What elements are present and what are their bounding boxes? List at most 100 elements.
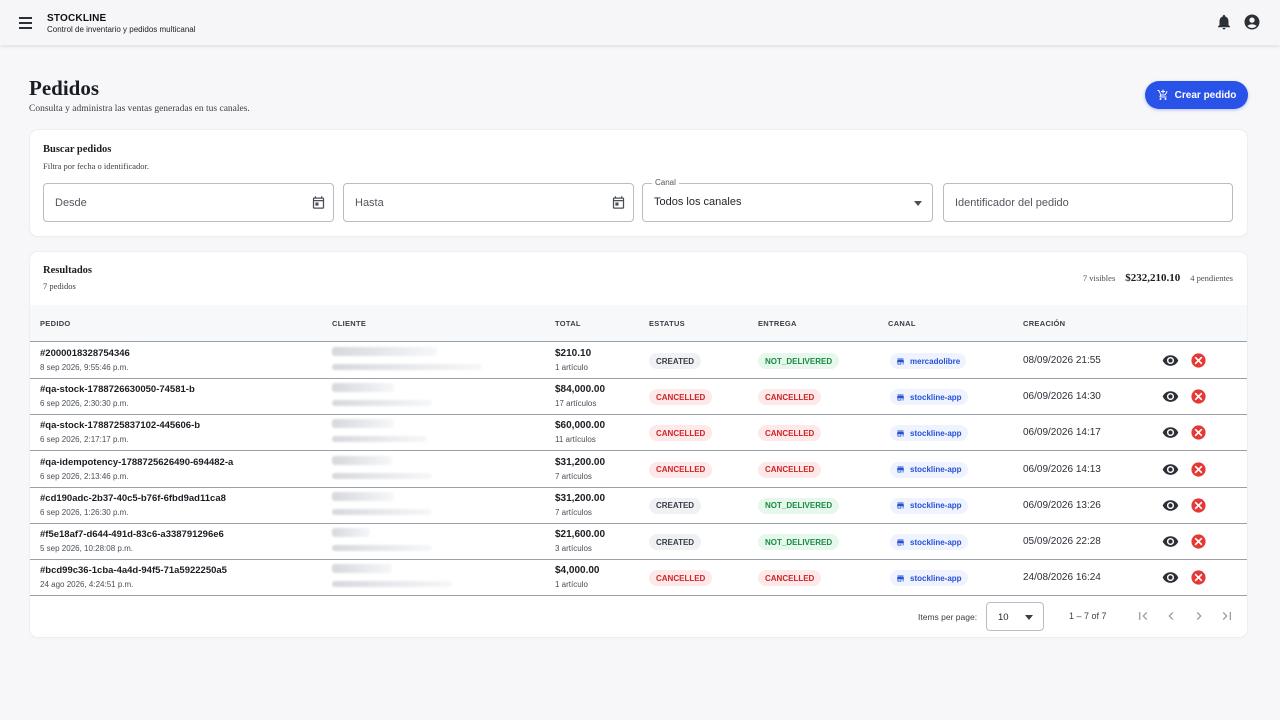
to-date-field[interactable]: Hasta: [343, 183, 634, 222]
column-header[interactable]: TOTAL: [555, 319, 581, 328]
channel-badge: stockline-app: [890, 570, 968, 587]
order-items: 17 artículos: [555, 399, 597, 409]
total-amount: $232,210.10: [1125, 272, 1181, 284]
status-badge: CANCELLED: [649, 425, 713, 442]
eye-icon[interactable]: [1162, 461, 1179, 478]
client-email-redacted: [332, 581, 452, 588]
order-items: 3 artículos: [555, 544, 592, 553]
eye-icon[interactable]: [1162, 352, 1179, 369]
order-id-placeholder: Identificador del pedido: [955, 197, 1069, 209]
client-email-redacted: [332, 472, 432, 479]
prev-page-icon[interactable]: [1163, 608, 1179, 624]
table-row[interactable]: #f5e18af7-d644-491d-83c6-a338791296e6 5 s…: [30, 524, 1247, 560]
status-badge: CANCELLED: [649, 461, 713, 478]
cancel-circle-icon[interactable]: [1190, 533, 1207, 550]
order-total: $21,600.00: [555, 529, 606, 540]
delivery-badge: CANCELLED: [758, 389, 822, 406]
channel-name: stockline-app: [910, 537, 962, 547]
store-icon: [897, 430, 904, 437]
order-id[interactable]: #bcd99c36-1cba-4a4d-94f5-71a5922250a5: [40, 565, 227, 576]
order-total: $31,200.00: [555, 492, 606, 504]
table-row[interactable]: #qa-idempotency-1788725626490-694482-a 6 …: [30, 451, 1247, 488]
store-icon: [897, 394, 904, 401]
column-header[interactable]: PEDIDO: [40, 319, 71, 328]
order-id[interactable]: #f5e18af7-d644-491d-83c6-a338791296e6: [40, 529, 224, 540]
cancel-circle-icon[interactable]: [1190, 497, 1207, 514]
chevron-down-icon: [914, 201, 922, 206]
order-id[interactable]: #cd190adc-2b37-40c5-b76f-6fbd9ad11ca8: [40, 493, 226, 504]
last-page-icon[interactable]: [1219, 608, 1235, 624]
table-row[interactable]: #bcd99c36-1cba-4a4d-94f5-71a5922250a5 24 …: [30, 560, 1247, 597]
first-page-icon[interactable]: [1135, 608, 1151, 624]
order-items: 11 artículos: [555, 435, 596, 445]
eye-icon[interactable]: [1162, 388, 1179, 405]
order-id-field[interactable]: Identificador del pedido: [943, 183, 1233, 222]
delivery-badge: NOT_DELIVERED: [758, 534, 840, 550]
order-id[interactable]: #qa-stock-1788726630050-74581-b: [40, 384, 195, 395]
eye-icon[interactable]: [1162, 533, 1179, 550]
order-id[interactable]: #qa-idempotency-1788725626490-694482-a: [40, 457, 233, 468]
channel-select[interactable]: Canal Todos los canales: [642, 178, 933, 222]
page-subtitle: Consulta y administra las ventas generad…: [29, 104, 250, 114]
cancel-circle-icon[interactable]: [1190, 461, 1207, 478]
create-order-button[interactable]: Crear pedido: [1145, 81, 1248, 109]
cancel-circle-icon[interactable]: [1190, 352, 1207, 369]
calendar-icon[interactable]: [311, 195, 326, 210]
top-app-bar: STOCKLINE Control de inventario y pedido…: [0, 0, 1280, 45]
table-row[interactable]: #cd190adc-2b37-40c5-b76f-6fbd9ad11ca8 6 s…: [30, 487, 1247, 524]
results-count: 7 pedidos: [43, 281, 76, 291]
channel-badge: stockline-app: [890, 389, 968, 406]
cancel-circle-icon[interactable]: [1190, 569, 1207, 586]
channel-name: stockline-app: [910, 392, 962, 402]
order-items: 1 artículo: [555, 580, 588, 590]
next-page-icon[interactable]: [1191, 608, 1207, 624]
bell-icon[interactable]: [1215, 13, 1233, 31]
order-id[interactable]: #qa-stock-1788725837102-445606-b: [40, 420, 200, 431]
client-name-redacted: [332, 528, 370, 537]
client-name-redacted: [332, 564, 392, 574]
results-card: Resultados 7 pedidos 7 visibles $232,210…: [30, 252, 1247, 637]
app-name: STOCKLINE: [47, 13, 107, 24]
table-row[interactable]: #qa-stock-1788726630050-74581-b 6 sep 202…: [30, 379, 1247, 416]
visible-count: 7 visibles: [1082, 273, 1116, 283]
calendar-icon[interactable]: [611, 195, 626, 210]
delivery-badge: CANCELLED: [758, 570, 822, 587]
client-email-redacted: [332, 545, 432, 551]
client-email-redacted: [332, 400, 432, 407]
created-at: 06/09/2026 14:13: [1023, 463, 1101, 475]
order-items: 7 artículos: [555, 507, 592, 517]
table-row[interactable]: #qa-stock-1788725837102-445606-b 6 sep 20…: [30, 415, 1247, 452]
eye-icon[interactable]: [1162, 569, 1179, 586]
cancel-circle-icon[interactable]: [1190, 388, 1207, 405]
menu-icon[interactable]: [14, 12, 36, 34]
channel-name: stockline-app: [910, 465, 962, 475]
order-date: 6 sep 2026, 2:13:46 p.m.: [40, 471, 129, 481]
from-date-field[interactable]: Desde: [43, 183, 334, 222]
eye-icon[interactable]: [1162, 497, 1179, 514]
store-icon: [897, 575, 904, 582]
client-name-redacted: [332, 455, 392, 465]
delivery-badge: CANCELLED: [758, 425, 822, 442]
table-row[interactable]: #2000018328754346 8 sep 2026, 9:55:46 p.m…: [30, 343, 1247, 379]
column-header[interactable]: ESTATUS: [649, 319, 685, 328]
column-header[interactable]: ENTREGA: [758, 319, 797, 328]
column-header[interactable]: CLIENTE: [332, 319, 366, 328]
order-items: 1 artículo: [555, 363, 588, 372]
eye-icon[interactable]: [1162, 424, 1179, 441]
client-name-redacted: [332, 491, 394, 501]
create-order-label: Crear pedido: [1174, 89, 1237, 101]
client-name-redacted: [332, 419, 394, 429]
column-header[interactable]: CANAL: [888, 319, 916, 328]
page-size-value: 10: [998, 612, 1009, 623]
page-size-select[interactable]: 10: [986, 602, 1044, 631]
channel-badge: mercadolibre: [890, 353, 967, 369]
channel-value: Todos los canales: [654, 196, 742, 208]
column-header[interactable]: CREACIÓN: [1023, 319, 1065, 328]
order-total: $84,000.00: [555, 384, 606, 396]
client-email-redacted: [332, 436, 427, 443]
account-icon[interactable]: [1243, 13, 1261, 31]
order-total: $31,200.00: [555, 456, 606, 468]
cancel-circle-icon[interactable]: [1190, 424, 1207, 441]
order-date: 6 sep 2026, 1:26:30 p.m.: [40, 507, 129, 517]
order-id[interactable]: #2000018328754346: [40, 348, 130, 359]
